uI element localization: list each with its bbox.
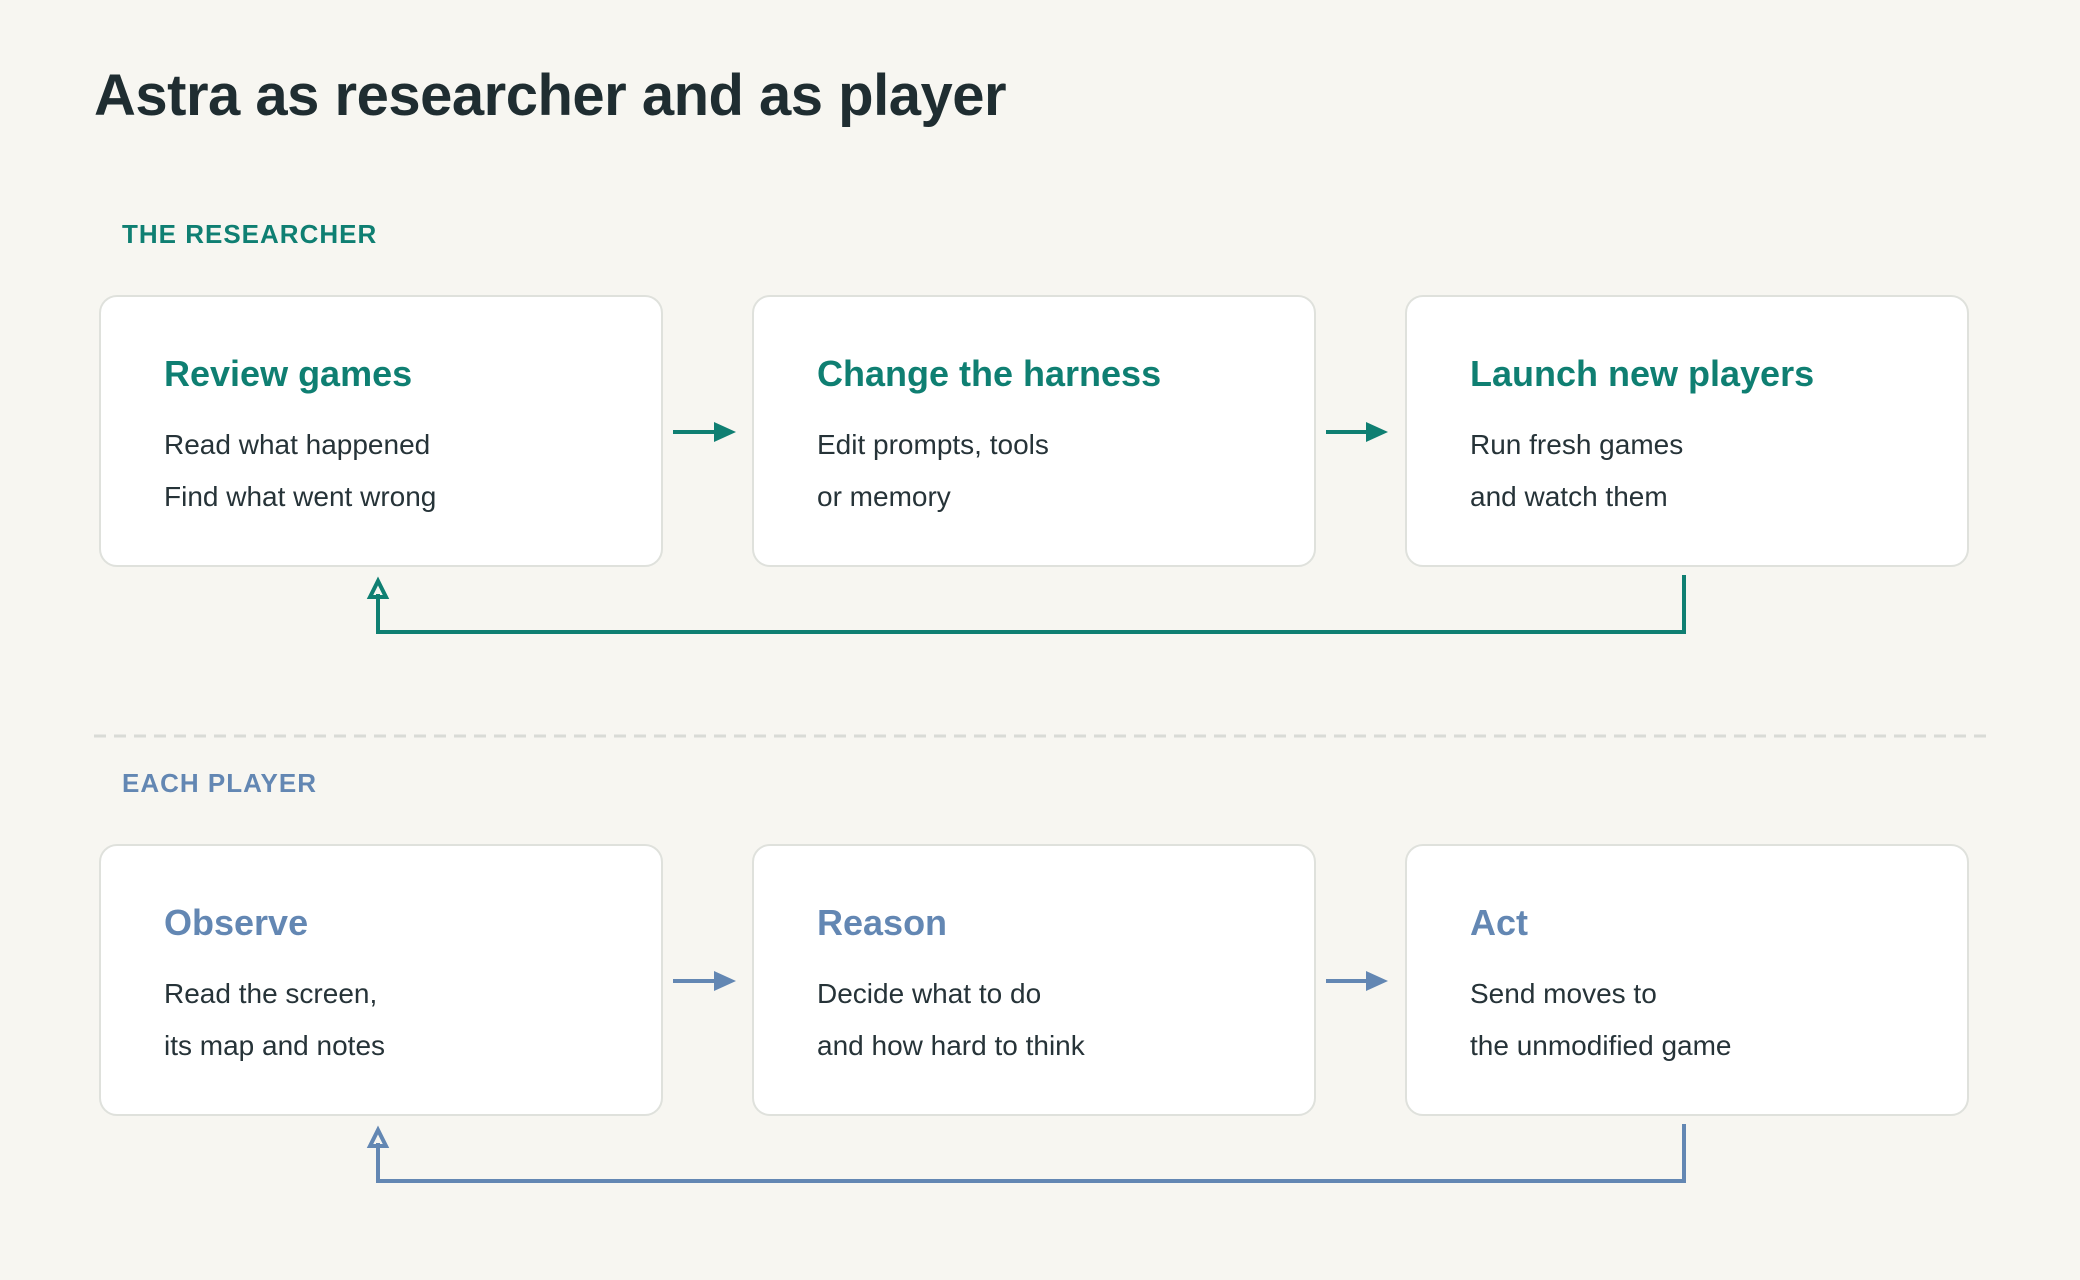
step-description-line: Decide what to do — [817, 978, 1042, 1009]
step-change-harness: Change the harness Edit prompts, tools o… — [752, 295, 1316, 567]
step-title: Review games — [164, 353, 413, 394]
step-title: Observe — [164, 902, 309, 943]
player-section-label: EACH PLAYER — [122, 768, 317, 798]
step-description-line: Run fresh games — [1470, 429, 1684, 460]
step-title: Change the harness — [817, 353, 1162, 394]
step-title: Reason — [817, 902, 948, 943]
arrow-harness-to-launch — [1326, 422, 1388, 442]
step-description-line: and how hard to think — [817, 1030, 1085, 1061]
step-act: Act Send moves to the unmodified game — [1405, 844, 1969, 1116]
step-observe: Observe Read the screen, its map and not… — [99, 844, 663, 1116]
step-description-line: Find what went wrong — [164, 481, 437, 512]
step-title: Act — [1470, 902, 1529, 943]
arrow-observe-to-reason — [673, 971, 736, 991]
step-title: Launch new players — [1470, 353, 1815, 394]
diagram-title: Astra as researcher and as player — [94, 63, 1007, 128]
step-description-line: Send moves to — [1470, 978, 1657, 1009]
step-launch-new-players: Launch new players Run fresh games and w… — [1405, 295, 1969, 567]
step-description-line: and watch them — [1470, 481, 1668, 512]
step-description-line: Edit prompts, tools — [817, 429, 1049, 460]
player-feedback-loop — [366, 1124, 1686, 1183]
arrow-review-to-harness — [673, 422, 736, 442]
researcher-feedback-loop — [366, 575, 1686, 634]
arrow-reason-to-act — [1326, 971, 1388, 991]
step-reason: Reason Decide what to do and how hard to… — [752, 844, 1316, 1116]
step-description-line: or memory — [817, 481, 951, 512]
step-description-line: the unmodified game — [1470, 1030, 1732, 1061]
step-description-line: Read the screen, — [164, 978, 378, 1009]
researcher-section-label: THE RESEARCHER — [122, 219, 378, 249]
step-review-games: Review games Read what happened Find wha… — [99, 295, 663, 567]
step-description-line: Read what happened — [164, 429, 431, 460]
step-description-line: its map and notes — [164, 1030, 386, 1061]
